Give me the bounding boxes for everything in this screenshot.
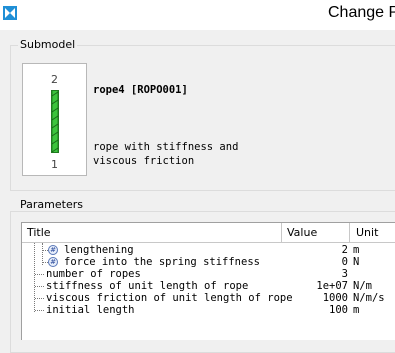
row-title: number of ropes [46,268,141,280]
row-value[interactable]: 1e+07 [304,280,348,292]
row-value[interactable]: 2 [304,244,348,256]
rope-icon [51,90,59,156]
column-header-title[interactable]: Title [27,226,51,239]
tree-connector [35,274,44,275]
column-divider[interactable] [349,223,350,242]
table-row[interactable]: viscous friction of unit length of rope … [22,292,395,304]
row-title: stiffness of unit length of rope [46,280,249,292]
submodel-group-label: Submodel [18,38,78,51]
table-row[interactable]: number of ropes 3 [22,268,395,280]
row-title: viscous friction of unit length of rope [46,292,293,304]
app-logo-icon [3,6,17,20]
hash-icon: # [48,257,58,267]
column-header-value[interactable]: Value [287,226,317,239]
window-title: Change P [328,4,395,21]
column-header-unit[interactable]: Unit [356,226,378,239]
bottom-node-number: 1 [51,158,58,171]
row-value[interactable]: 3 [304,268,348,280]
tree-connector [35,298,44,299]
column-divider[interactable] [281,223,282,242]
submodel-preview: 2 1 [22,63,87,176]
row-value[interactable]: 0 [304,256,348,268]
hash-icon: # [48,245,58,255]
table-row[interactable]: stiffness of unit length of rope 1e+07 N… [22,280,395,292]
row-value[interactable]: 1000 [304,292,348,304]
row-unit: N [353,256,360,268]
description-line: rope with stiffness and [93,141,239,153]
parameters-table[interactable]: Title Value Unit # lengthening 2 m # for… [21,222,395,340]
tree-connector [35,310,44,311]
submodel-description: rope with stiffness and viscous friction [93,140,238,168]
tree-connector [35,286,44,287]
title-bar: Change P [0,0,395,30]
row-unit: m [353,304,360,316]
table-row[interactable]: # lengthening 2 m [22,244,395,256]
table-header: Title Value Unit [22,223,395,243]
row-title: initial length [46,304,135,316]
row-unit: N/m/s [353,292,385,304]
table-row[interactable]: # force into the spring stiffness 0 N [22,256,395,268]
top-node-number: 2 [51,73,58,86]
row-unit: N/m [353,280,372,292]
table-row[interactable]: initial length 100 m [22,304,395,316]
row-value[interactable]: 100 [304,304,348,316]
row-title: force into the spring stiffness [64,256,260,268]
row-title: lengthening [64,244,134,256]
row-unit: m [353,244,360,256]
description-line: viscous friction [93,155,195,167]
submodel-name: rope4 [ROPO001] [93,84,188,96]
parameters-group-label: Parameters [18,198,85,211]
